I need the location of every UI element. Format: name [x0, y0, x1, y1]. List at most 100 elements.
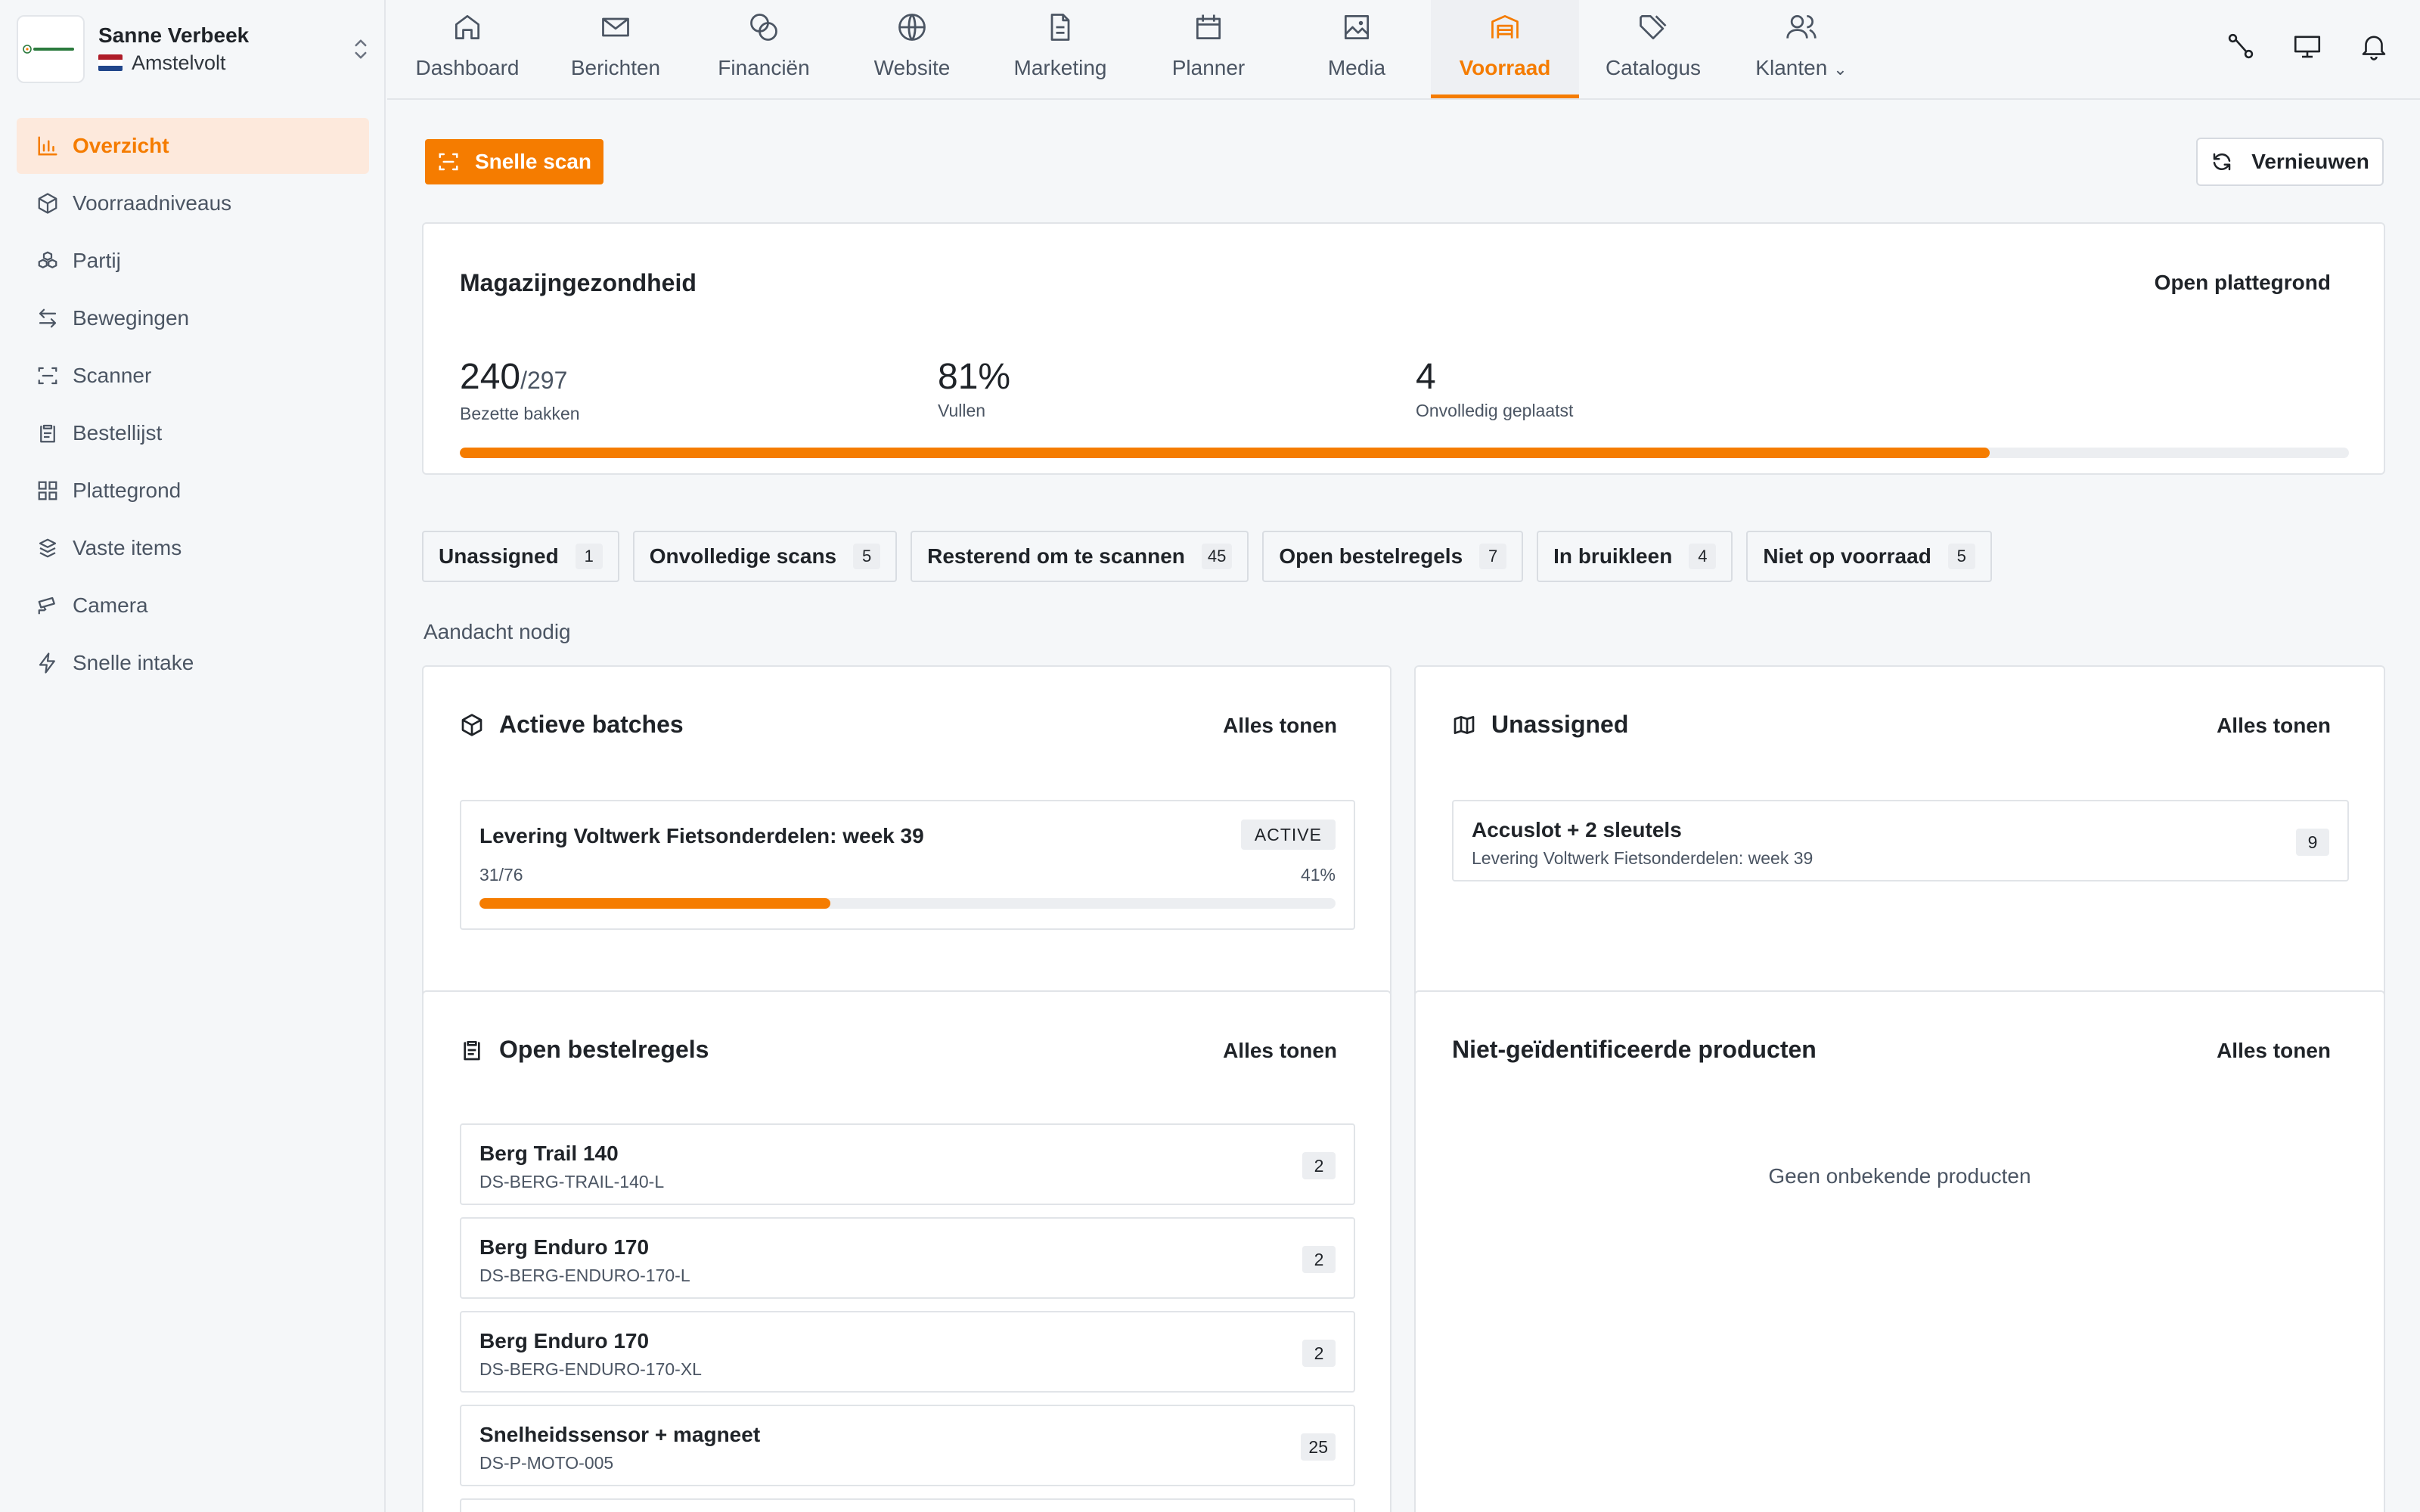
item-count-badge: 25 — [1301, 1433, 1336, 1461]
tab-planner[interactable]: Planner — [1134, 0, 1283, 98]
bar-chart-icon — [38, 136, 57, 156]
sidebar-item-overzicht[interactable]: Overzicht — [17, 118, 369, 174]
tab-klanten[interactable]: Klanten ⌄ — [1727, 0, 1876, 98]
sidebar-item-voorraadniveaus[interactable]: Voorraadniveaus — [17, 175, 369, 231]
sidebar-item-bestellijst[interactable]: Bestellijst — [17, 405, 369, 461]
unidentified-show-all-link[interactable]: Alles tonen — [2217, 1039, 2331, 1063]
arrows-left-right-icon — [39, 308, 57, 328]
sidebar-nav: Overzicht Voorraadniveaus Partij Bewegin… — [17, 118, 369, 692]
sidebar-item-bewegingen[interactable]: Bewegingen — [17, 290, 369, 346]
sidebar-item-label: Voorraadniveaus — [73, 191, 232, 215]
item-count-badge: 2 — [1302, 1152, 1336, 1179]
warehouse-health-card: Magazijngezondheid Open plattegrond 240/… — [422, 222, 2385, 475]
tab-label: Media — [1327, 56, 1386, 79]
tab-label: Voorraad — [1459, 56, 1551, 79]
sidebar-item-vaste-items[interactable]: Vaste items — [17, 520, 369, 576]
item-sku: DS-BERG-ENDURO-170-L — [479, 1266, 690, 1285]
batch-item[interactable]: Levering Voltwerk Fietsonderdelen: week … — [460, 800, 1355, 930]
bell-icon — [2362, 36, 2386, 60]
status-badge: ACTIVE — [1240, 820, 1336, 850]
stat-occupied-bins: 240/297 Bezette bakken — [460, 357, 580, 424]
chip-count: 45 — [1201, 544, 1233, 569]
refresh-button[interactable]: Vernieuwen — [2196, 138, 2384, 186]
orderline-item-partial[interactable] — [460, 1498, 1355, 1512]
sidebar-item-snelle-intake[interactable]: Snelle intake — [17, 635, 369, 691]
tab-media[interactable]: Media — [1283, 0, 1431, 98]
fill-progress-value — [460, 448, 1990, 458]
stat-fill: 81% Vullen — [938, 357, 1010, 421]
sidebar-item-label: Scanner — [73, 364, 152, 387]
tab-label: Catalogus — [1605, 56, 1702, 79]
top-navigation: Dashboard Berichten Financiën Website Ma… — [387, 0, 2420, 100]
unidentified-title: Niet-geïdentificeerde producten — [1452, 1036, 1817, 1063]
tab-voorraad[interactable]: Voorraad — [1431, 0, 1579, 98]
account-switcher[interactable]: Sanne Verbeek Amstelvolt — [17, 15, 372, 83]
chip-out-of-stock[interactable]: Niet op voorraad 5 — [1746, 531, 1992, 582]
unassigned-item[interactable]: Accuslot + 2 sleutels Levering Voltwerk … — [1452, 800, 2349, 881]
item-title: Accuslot + 2 sleutels — [1472, 818, 1682, 841]
chip-incomplete-scans[interactable]: Onvolledige scans 5 — [632, 531, 898, 582]
scan-icon — [439, 153, 458, 171]
tab-label: Planner — [1171, 56, 1246, 79]
stat-value: 81% — [938, 357, 1011, 397]
calendar-icon — [1196, 14, 1221, 40]
chevron-up-down-icon — [355, 39, 367, 59]
chip-on-loan[interactable]: In bruikleen 4 — [1537, 531, 1733, 582]
sidebar-item-partij[interactable]: Partij — [17, 233, 369, 289]
tab-dashboard[interactable]: Dashboard — [393, 0, 541, 98]
filter-chips: Unassigned 1 Onvolledige scans 5 Resterend… — [422, 531, 1992, 582]
tab-label: Marketing — [1013, 56, 1107, 79]
orderline-item[interactable]: Snelheidssensor + magneet DS-P-MOTO-005 … — [460, 1405, 1355, 1486]
batch-progress-value — [479, 898, 831, 909]
orderlines-show-all-link[interactable]: Alles tonen — [1223, 1039, 1337, 1063]
quick-scan-button[interactable]: Snelle scan — [425, 139, 603, 184]
refresh-icon — [2213, 153, 2231, 171]
chip-count: 7 — [1479, 544, 1507, 569]
boxes-icon — [38, 251, 57, 268]
image-icon — [1344, 14, 1370, 40]
tab-marketing[interactable]: Marketing — [986, 0, 1134, 98]
sidebar-item-label: Bestellijst — [73, 421, 163, 445]
chip-unassigned[interactable]: Unassigned 1 — [422, 531, 619, 582]
tab-website[interactable]: Website — [838, 0, 986, 98]
sidebar-item-scanner[interactable]: Scanner — [17, 348, 369, 404]
open-floorplan-link[interactable]: Open plattegrond — [2155, 271, 2331, 295]
open-orderlines-header: Open bestelregels — [460, 1036, 709, 1064]
tab-berichten[interactable]: Berichten — [541, 0, 690, 98]
notifications-button[interactable] — [2358, 30, 2390, 62]
item-count-badge: 9 — [2296, 829, 2329, 856]
account-name: Sanne Verbeek — [98, 23, 250, 47]
batch-progress-bar — [479, 898, 1336, 909]
account-org-row: Amstelvolt — [98, 49, 349, 76]
workflow-button[interactable] — [2225, 30, 2257, 62]
tab-catalogus[interactable]: Catalogus — [1579, 0, 1727, 98]
monitor-button[interactable] — [2291, 30, 2323, 62]
chip-count: 5 — [1947, 544, 1975, 569]
tab-financien[interactable]: Financiën — [690, 0, 838, 98]
orderline-item[interactable]: Berg Enduro 170 DS-BERG-ENDURO-170-L 2 — [460, 1217, 1355, 1299]
item-sku: DS-BERG-TRAIL-140-L — [479, 1172, 665, 1191]
item-sku: DS-P-MOTO-005 — [479, 1453, 614, 1473]
tab-label: Klanten — [1755, 56, 1828, 79]
orderline-item[interactable]: Berg Trail 140 DS-BERG-TRAIL-140-L 2 — [460, 1123, 1355, 1205]
zap-icon — [39, 652, 55, 674]
batches-show-all-link[interactable]: Alles tonen — [1223, 714, 1337, 738]
scan-icon — [38, 367, 57, 385]
tags-icon — [1640, 14, 1667, 40]
chip-count: 5 — [853, 544, 881, 569]
warehouse-health-title: Magazijngezondheid — [460, 269, 697, 296]
unassigned-show-all-link[interactable]: Alles tonen — [2217, 714, 2331, 738]
monitor-icon — [2294, 36, 2321, 58]
sidebar: Sanne Verbeek Amstelvolt Overzicht Voorr… — [0, 0, 386, 1512]
orderline-item[interactable]: Berg Enduro 170 DS-BERG-ENDURO-170-XL 2 — [460, 1311, 1355, 1393]
sidebar-item-camera[interactable]: Camera — [17, 578, 369, 634]
company-logo — [17, 15, 85, 83]
globe-icon — [898, 14, 926, 41]
map-icon — [1454, 715, 1475, 734]
clipboard-icon — [464, 1040, 480, 1060]
chip-open-orderlines[interactable]: Open bestelregels 7 — [1262, 531, 1524, 582]
fill-progress-bar — [460, 448, 2349, 458]
chip-remaining-to-scan[interactable]: Resterend om te scannen 45 — [911, 531, 1249, 582]
sidebar-item-plattegrond[interactable]: Plattegrond — [17, 463, 369, 519]
users-icon — [1786, 14, 1817, 39]
